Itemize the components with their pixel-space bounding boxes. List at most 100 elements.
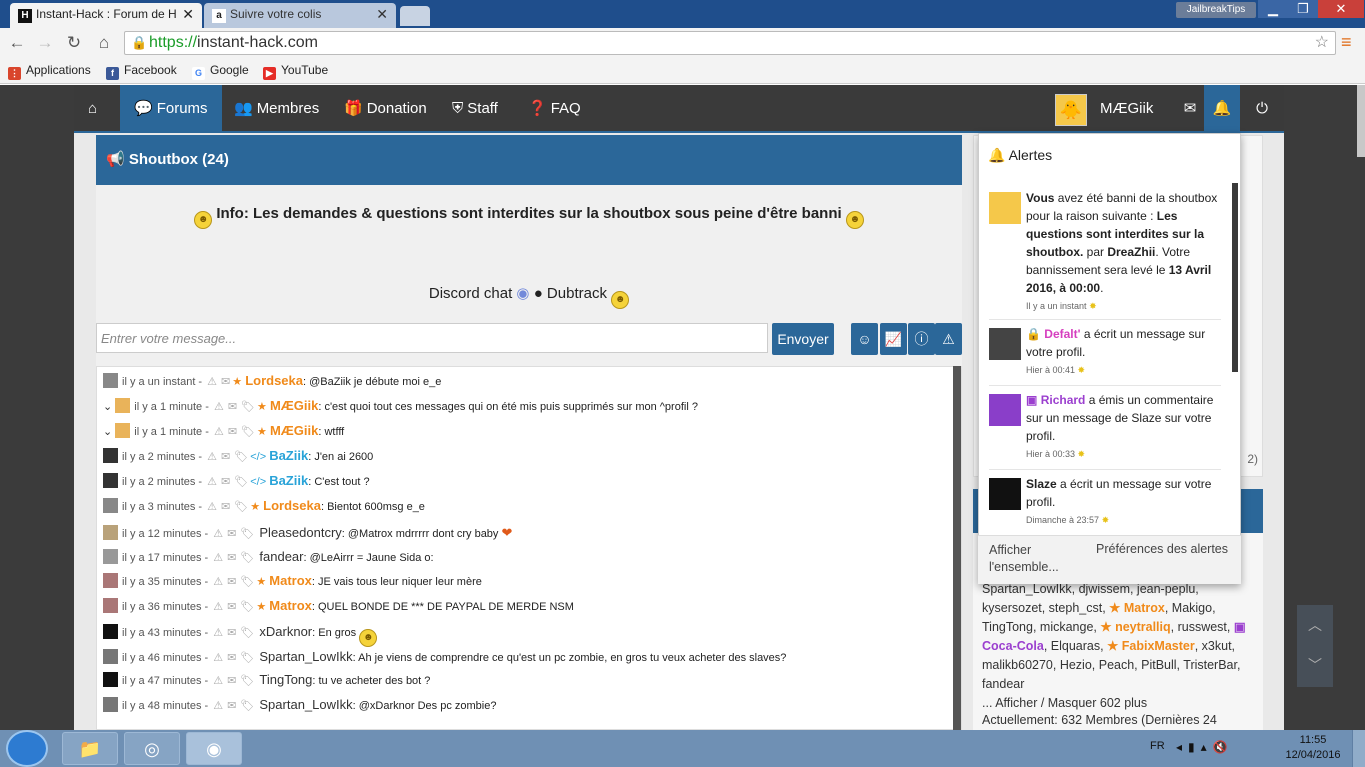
warning-icon[interactable]: ⚠: [207, 501, 217, 513]
tag-icon[interactable]: 🏷: [240, 627, 254, 639]
tag-icon[interactable]: 🏷: [240, 576, 254, 588]
tag-icon[interactable]: 🏷: [240, 528, 254, 540]
shoutbox-message-input[interactable]: Entrer votre message...: [96, 323, 768, 353]
avatar[interactable]: [115, 423, 131, 438]
back-arrow-icon[interactable]: ←: [6, 32, 28, 54]
bookmark-google[interactable]: G Google: [192, 63, 249, 80]
bookmark-facebook[interactable]: f Facebook: [106, 63, 177, 80]
warning-icon[interactable]: ⚠: [935, 323, 962, 355]
username[interactable]: Matrox: [269, 598, 312, 613]
chrome-icon[interactable]: ◉: [186, 732, 242, 765]
chevron-down-icon[interactable]: ⌄: [103, 401, 112, 413]
tag-icon[interactable]: 🏷: [234, 501, 248, 513]
tag-icon[interactable]: 🏷: [241, 426, 255, 438]
username[interactable]: xDarknor: [259, 624, 312, 639]
envelope-icon[interactable]: ✉: [221, 476, 230, 488]
envelope-icon[interactable]: ✉: [227, 601, 236, 613]
tray-arrow-icon[interactable]: ◂: [1176, 740, 1188, 754]
toggle-more-members[interactable]: ... Afficher / Masquer 602 plus: [982, 694, 1252, 713]
discord-link[interactable]: Discord chat: [429, 285, 512, 302]
member-link[interactable]: Matrox: [1124, 601, 1165, 615]
tag-icon[interactable]: 🏷: [240, 552, 254, 564]
close-window-button[interactable]: ✕: [1318, 0, 1364, 18]
avatar[interactable]: [103, 573, 118, 588]
envelope-icon[interactable]: ✉: [221, 451, 230, 463]
alert-item-slaze[interactable]: Slaze a écrit un message sur votre profi…: [989, 475, 1221, 529]
bell-icon[interactable]: 🔔: [1204, 85, 1240, 133]
minimize-button[interactable]: ▁: [1258, 0, 1288, 18]
forward-arrow-icon[interactable]: →: [34, 32, 56, 54]
username[interactable]: MÆGiik: [270, 398, 318, 413]
tab-instant-hack[interactable]: H Instant-Hack : Forum de H ✕: [10, 3, 202, 28]
warning-icon[interactable]: ⚠: [213, 652, 223, 664]
username[interactable]: Matrox: [269, 573, 312, 588]
tag-icon[interactable]: 🏷: [240, 675, 254, 687]
envelope-icon[interactable]: ✉: [227, 652, 236, 664]
nav-faq[interactable]: ❓ FAQ: [514, 85, 595, 133]
username[interactable]: Spartan_LowIkk: [259, 649, 352, 664]
warning-icon[interactable]: ⚠: [213, 675, 223, 687]
signal-icon[interactable]: ▴: [1201, 740, 1213, 754]
chevron-down-icon[interactable]: ﹀: [1297, 645, 1333, 685]
close-tab-icon[interactable]: ✕: [376, 6, 388, 23]
username[interactable]: BaZiik: [269, 448, 308, 463]
username[interactable]: BaZiik: [269, 473, 308, 488]
envelope-icon[interactable]: ✉: [228, 426, 237, 438]
tab-suivre-colis[interactable]: a Suivre votre colis ✕: [204, 3, 396, 28]
page-scrollbar[interactable]: [1357, 85, 1365, 157]
tag-icon[interactable]: 🏷: [241, 401, 255, 413]
avatar[interactable]: [103, 549, 118, 564]
avatar[interactable]: [103, 498, 118, 513]
avatar[interactable]: [103, 598, 118, 613]
tag-icon[interactable]: 🏷: [234, 451, 248, 463]
avatar[interactable]: [103, 525, 118, 540]
browser-menu-icon[interactable]: ≡: [1341, 32, 1352, 53]
username[interactable]: Lordseka: [263, 498, 321, 513]
tag-icon[interactable]: 🏷: [234, 476, 248, 488]
envelope-icon[interactable]: ✉: [221, 376, 230, 388]
alert-item-ban[interactable]: Vous avez été banni de la shoutbox pour …: [989, 189, 1221, 315]
envelope-icon[interactable]: ✉: [227, 552, 236, 564]
warning-icon[interactable]: ⚠: [213, 576, 223, 588]
maximize-button[interactable]: ❐: [1288, 0, 1318, 18]
warning-icon[interactable]: ⚠: [207, 476, 217, 488]
show-all-alerts-link[interactable]: Afficher l'ensemble...: [989, 542, 1079, 576]
show-desktop-button[interactable]: [1352, 730, 1365, 767]
nav-donation[interactable]: 🎁 Donation: [330, 85, 441, 133]
send-button[interactable]: Envoyer: [772, 323, 834, 355]
chevron-down-icon[interactable]: ⌄: [103, 426, 112, 438]
envelope-icon[interactable]: ✉: [221, 501, 230, 513]
warning-icon[interactable]: ⚠: [214, 401, 224, 413]
info-icon[interactable]: ⓘ: [908, 323, 935, 355]
username[interactable]: TingTong: [259, 672, 312, 687]
avatar[interactable]: [103, 473, 118, 488]
envelope-icon[interactable]: ✉: [227, 627, 236, 639]
home-icon[interactable]: ⌂: [93, 32, 115, 54]
bookmark-applications[interactable]: ⋮ Applications: [8, 63, 91, 80]
warning-icon[interactable]: ⚠: [213, 627, 223, 639]
reload-icon[interactable]: ↻: [63, 32, 85, 54]
envelope-icon[interactable]: ✉: [227, 576, 236, 588]
member-link[interactable]: FabixMaster: [1122, 639, 1195, 653]
system-clock[interactable]: 11:55 12/04/2016: [1278, 733, 1348, 763]
member-link[interactable]: Coca-Cola: [982, 639, 1044, 653]
warning-icon[interactable]: ⚠: [207, 376, 217, 388]
bookmark-youtube[interactable]: ▶ YouTube: [263, 63, 328, 80]
explorer-icon[interactable]: 📁: [62, 732, 118, 765]
avatar[interactable]: [103, 373, 118, 388]
username[interactable]: Lordseka: [245, 373, 303, 388]
nav-staff[interactable]: ⛨ Staff: [438, 85, 512, 133]
tag-icon[interactable]: 🏷: [240, 601, 254, 613]
steam-icon[interactable]: ◎: [124, 732, 180, 765]
address-bar[interactable]: 🔒 https://instant-hack.com ☆: [124, 31, 1336, 55]
tag-icon[interactable]: 🏷: [240, 652, 254, 664]
username[interactable]: fandear: [259, 549, 303, 564]
envelope-icon[interactable]: ✉: [228, 401, 237, 413]
username[interactable]: MÆGiik: [270, 423, 318, 438]
avatar[interactable]: [103, 672, 118, 687]
alert-item-profile-post[interactable]: 🔒 Defalt' a écrit un message sur votre p…: [989, 325, 1221, 379]
envelope-icon[interactable]: ✉: [227, 700, 236, 712]
member-link[interactable]: neytralliq: [1115, 620, 1171, 634]
power-icon[interactable]: ⏻: [1242, 85, 1282, 133]
alert-preferences-link[interactable]: Préférences des alertes: [1096, 542, 1228, 556]
